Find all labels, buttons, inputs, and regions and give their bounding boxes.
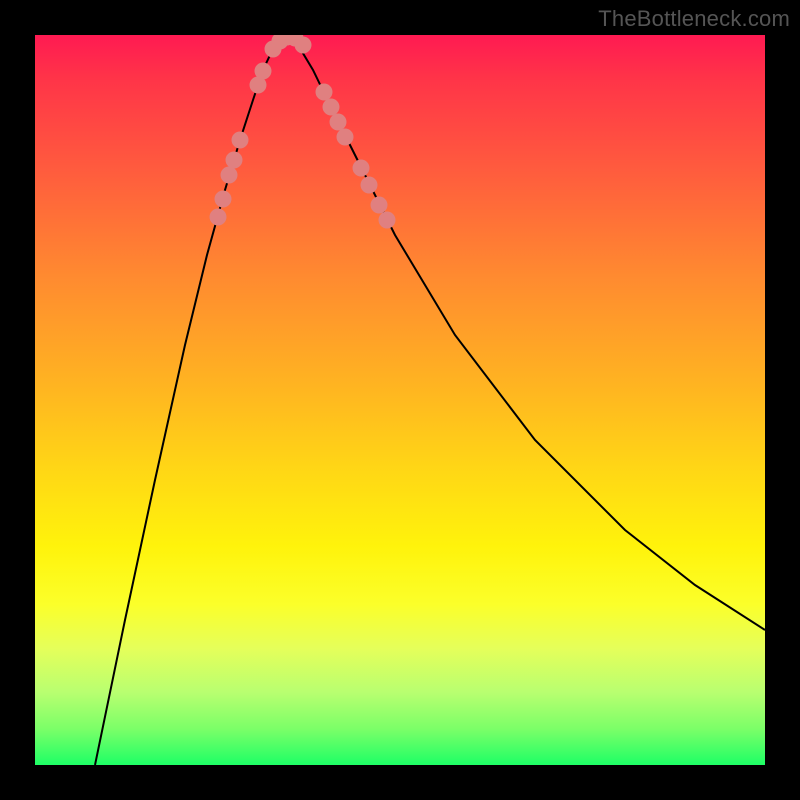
data-dots — [210, 35, 396, 229]
chart-frame: TheBottleneck.com — [0, 0, 800, 800]
data-point — [295, 37, 312, 54]
data-point — [361, 177, 378, 194]
curve-right — [288, 37, 765, 630]
data-point — [226, 152, 243, 169]
data-point — [255, 63, 272, 80]
data-point — [323, 99, 340, 116]
plot-area — [35, 35, 765, 765]
watermark-text: TheBottleneck.com — [598, 6, 790, 32]
data-point — [210, 209, 227, 226]
data-point — [221, 167, 238, 184]
chart-svg — [35, 35, 765, 765]
data-point — [330, 114, 347, 131]
data-point — [337, 129, 354, 146]
data-point — [215, 191, 232, 208]
curve-left — [95, 37, 288, 765]
data-point — [353, 160, 370, 177]
data-point — [371, 197, 388, 214]
data-point — [232, 132, 249, 149]
data-point — [316, 84, 333, 101]
data-point — [379, 212, 396, 229]
